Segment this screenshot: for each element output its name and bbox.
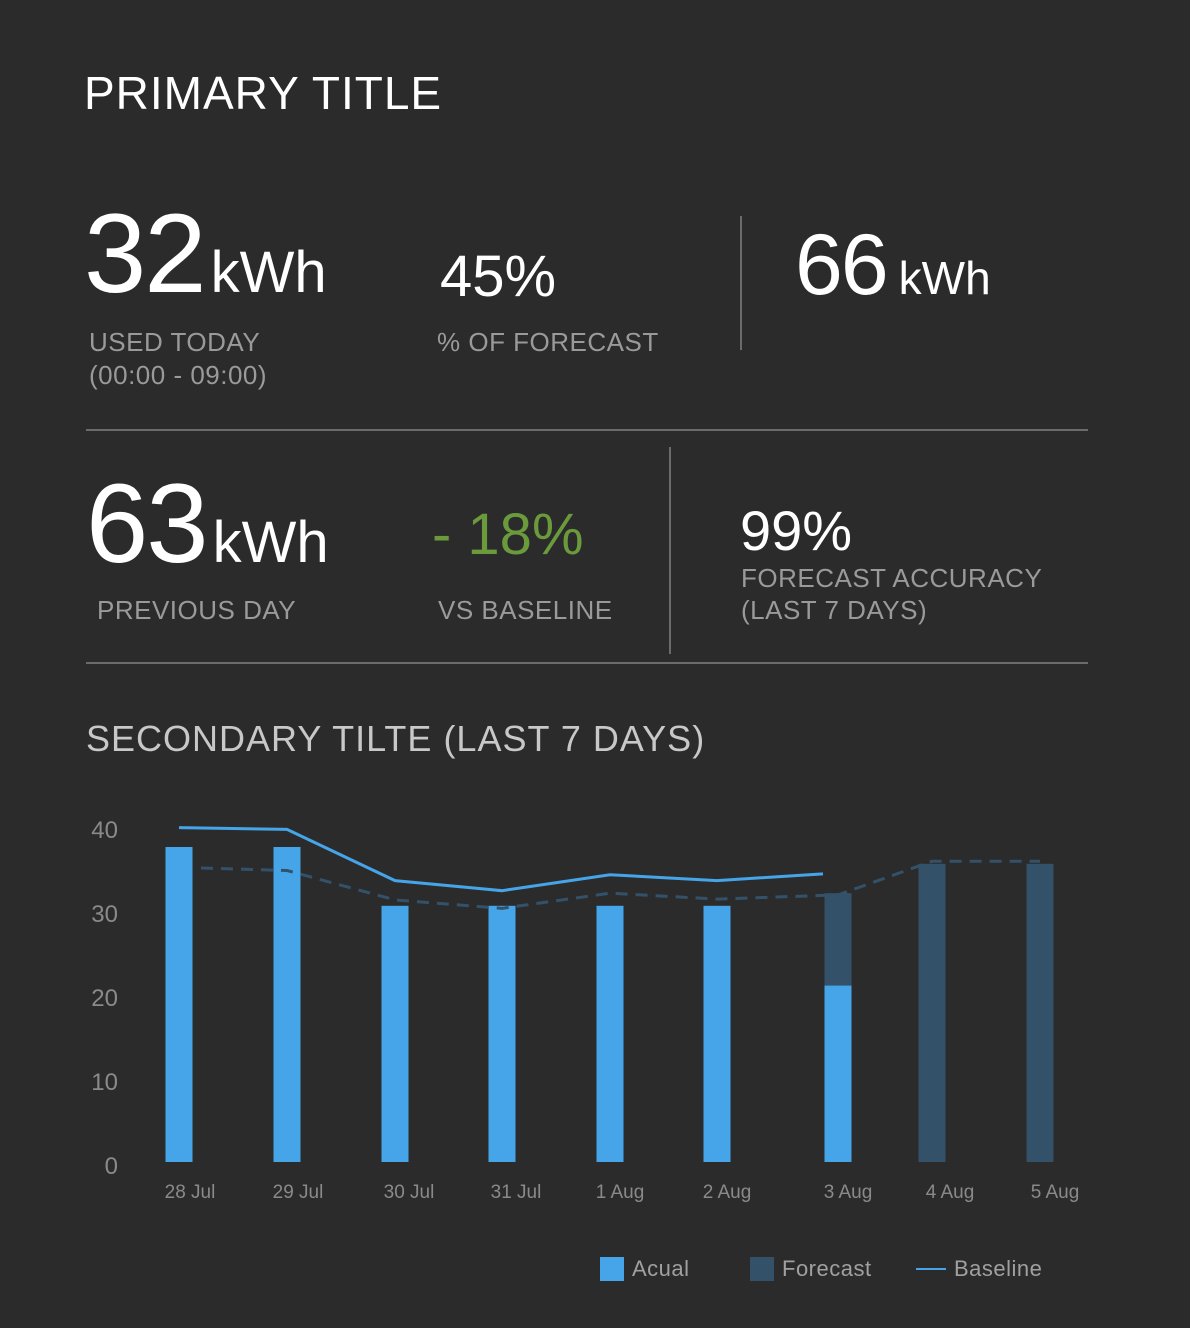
x-tick-label: 2 Aug xyxy=(703,1182,752,1203)
forecast-accuracy-label: FORECAST ACCURACY xyxy=(741,563,1043,593)
kpi-divider-horizontal-1 xyxy=(86,429,1088,431)
x-tick-label: 4 Aug xyxy=(926,1182,975,1203)
vs-baseline-label: VS BASELINE xyxy=(438,595,613,625)
legend-baseline: Baseline xyxy=(916,1254,1042,1284)
previous-day-label: PREVIOUS DAY xyxy=(97,595,297,625)
forecast-accuracy-sublabel: (LAST 7 DAYS) xyxy=(741,595,928,625)
legend-actual-label: Acual xyxy=(632,1256,690,1281)
actual-bar xyxy=(381,905,409,1162)
vs-baseline-value: - 18% xyxy=(432,502,584,567)
actual-bar xyxy=(165,847,193,1162)
forecast-bar xyxy=(918,863,946,1162)
forecast-total-value: 66 kWh xyxy=(795,222,991,308)
y-tick-label: 10 xyxy=(91,1069,118,1096)
used-today-label: USED TODAY xyxy=(89,327,261,357)
previous-day-unit: kWh xyxy=(212,510,329,575)
used-today-sublabel: (00:00 - 09:00) xyxy=(89,360,268,390)
pct-of-forecast-label: % OF FORECAST xyxy=(437,327,659,357)
legend-actual: Acual xyxy=(600,1254,690,1284)
page-title: PRIMARY TITLE xyxy=(84,67,443,119)
actual-bar xyxy=(703,905,731,1162)
legend-forecast: Forecast xyxy=(750,1254,872,1284)
forecast-total-unit: kWh xyxy=(898,252,991,304)
previous-day-number: 63 xyxy=(86,461,209,586)
kpi-divider-vertical-2 xyxy=(669,447,671,654)
forecast-bar xyxy=(1026,863,1054,1162)
legend-forecast-swatch xyxy=(750,1257,774,1281)
y-tick-label: 0 xyxy=(105,1153,118,1180)
actual-bar xyxy=(488,905,516,1162)
used-today-value: 32 kWh xyxy=(84,198,327,310)
used-today-unit: kWh xyxy=(210,240,327,305)
x-tick-label: 31 Jul xyxy=(491,1182,542,1203)
chart-title: SECONDARY TILTE (LAST 7 DAYS) xyxy=(86,718,706,759)
actual-bar xyxy=(273,847,301,1162)
x-tick-label: 30 Jul xyxy=(384,1182,435,1203)
kpi-divider-vertical-1 xyxy=(740,216,742,350)
legend-actual-swatch xyxy=(600,1257,624,1281)
x-tick-label: 3 Aug xyxy=(824,1182,873,1203)
energy-chart: 0 10 20 30 40 28 Jul 29 Jul 30 Jul 31 Jul 1 Aug 2… xyxy=(91,817,1080,1203)
pct-of-forecast-value: 45% xyxy=(440,244,557,309)
y-tick-label: 40 xyxy=(91,817,118,844)
used-today-number: 32 xyxy=(84,191,207,316)
kpi-divider-horizontal-2 xyxy=(86,662,1088,664)
forecast-total-number: 66 xyxy=(795,217,889,313)
legend-baseline-swatch xyxy=(916,1268,946,1270)
x-tick-label: 5 Aug xyxy=(1031,1182,1080,1203)
actual-bar xyxy=(824,985,852,1162)
x-tick-label: 28 Jul xyxy=(165,1182,216,1203)
y-tick-label: 20 xyxy=(91,985,118,1012)
previous-day-value: 63 kWh xyxy=(86,468,329,580)
x-tick-label: 1 Aug xyxy=(596,1182,645,1203)
actual-bar xyxy=(596,905,624,1162)
forecast-accuracy-value: 99% xyxy=(740,499,853,562)
y-tick-label: 30 xyxy=(91,901,118,928)
legend-baseline-label: Baseline xyxy=(954,1256,1043,1281)
legend-forecast-label: Forecast xyxy=(782,1256,872,1281)
x-tick-label: 29 Jul xyxy=(273,1182,324,1203)
forecast-trend-line xyxy=(200,859,1040,910)
